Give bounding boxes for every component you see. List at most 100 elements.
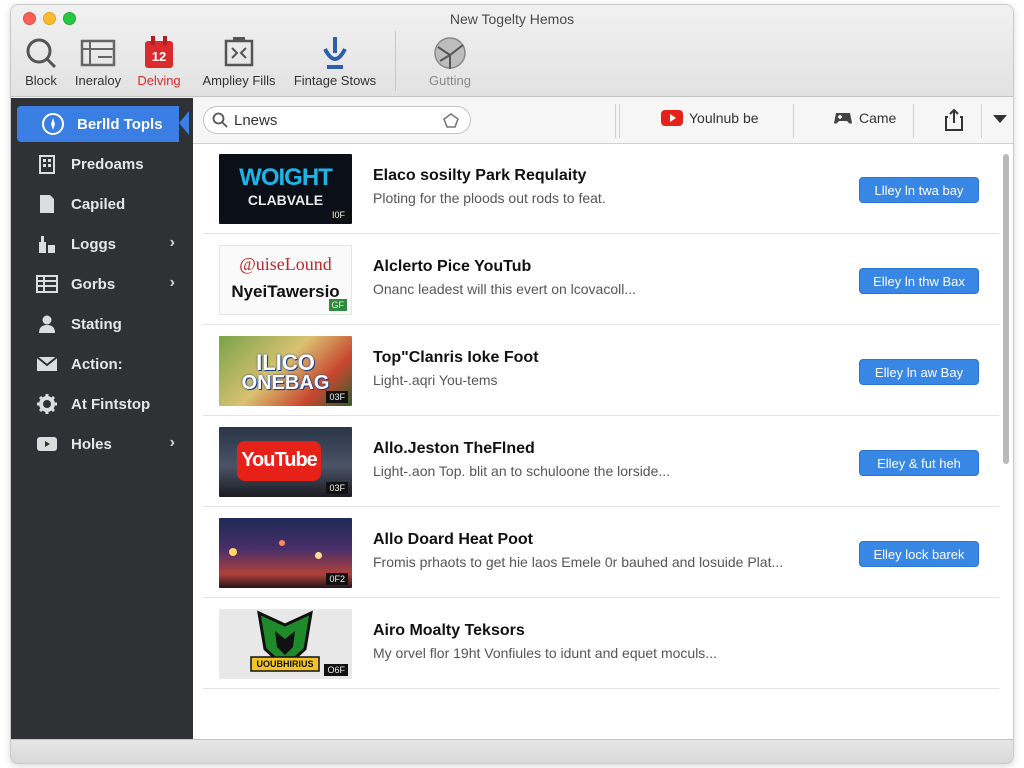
item-description: Ploting for the ploods out rods to feat. bbox=[373, 190, 606, 206]
duration-badge: GF bbox=[328, 299, 347, 311]
sidebar-item-stating[interactable]: Stating bbox=[11, 306, 193, 342]
divider bbox=[981, 104, 982, 138]
list-item[interactable]: ILICO ONEBAG 03F Top"Clanris Ioke Foot L… bbox=[203, 326, 999, 416]
toolbar-delving-button[interactable]: 12 Delving bbox=[131, 33, 187, 95]
toolbar-block-button[interactable]: Block bbox=[19, 33, 63, 95]
toolbar-ineraloy-label: Ineraloy bbox=[74, 73, 122, 88]
item-title[interactable]: Top"Clanris Ioke Foot bbox=[373, 349, 539, 367]
sidebar-item-label: Holes bbox=[71, 435, 112, 453]
toolbar-gutting-label: Gutting bbox=[429, 73, 471, 88]
item-title[interactable]: Alclerto Pice YouTub bbox=[373, 258, 531, 276]
thumbnail-text: YouTube bbox=[241, 449, 318, 471]
duration-badge: I0F bbox=[328, 209, 348, 221]
share-button[interactable] bbox=[945, 109, 963, 131]
building-icon bbox=[35, 152, 59, 176]
sidebar-item-label: Loggs bbox=[71, 235, 116, 253]
toolbar-gutting-button[interactable]: Gutting bbox=[423, 33, 477, 95]
search-input[interactable] bbox=[234, 111, 434, 129]
thumbnail-text: @uiseLound bbox=[239, 254, 332, 274]
app-window: New Togelty Hemos Block Ineraloy 12 Delv… bbox=[10, 4, 1014, 764]
sidebar-item-label: Predoams bbox=[71, 155, 144, 173]
chevron-down-icon bbox=[993, 115, 1007, 125]
list-item[interactable]: WOIGHT CLABVALE I0F Elaco sosilty Park R… bbox=[203, 144, 999, 234]
search-box bbox=[203, 106, 471, 134]
results-list: WOIGHT CLABVALE I0F Elaco sosilty Park R… bbox=[193, 144, 1013, 740]
duration-badge: O6F bbox=[324, 664, 348, 676]
scrollbar[interactable] bbox=[1003, 148, 1013, 734]
youtube-button[interactable]: Youlnub be bbox=[661, 110, 759, 126]
video-thumbnail[interactable]: YouTube 03F bbox=[219, 427, 352, 497]
game-label: Came bbox=[859, 110, 897, 126]
chevron-right-icon: › bbox=[169, 274, 175, 291]
item-title[interactable]: Airo Moalty Teksors bbox=[373, 622, 525, 640]
tools-icon bbox=[35, 232, 59, 256]
sidebar-item-gorbs[interactable]: Gorbs › bbox=[11, 266, 193, 302]
video-thumbnail[interactable]: ILICO ONEBAG 03F bbox=[219, 336, 352, 406]
crop-icon bbox=[197, 33, 281, 73]
clear-search-icon[interactable] bbox=[442, 112, 460, 135]
toolbar-ampliey-fills-button[interactable]: Ampliey Fills bbox=[197, 33, 281, 95]
item-action-button[interactable]: Elley & fut heh bbox=[859, 450, 979, 476]
dropdown-button[interactable] bbox=[993, 115, 1007, 125]
list-item[interactable]: UOUBHIRIUS O6F Airo Moalty Teksors My or… bbox=[203, 599, 999, 689]
video-thumbnail[interactable]: WOIGHT CLABVALE I0F bbox=[219, 154, 352, 224]
duration-badge: 0F2 bbox=[326, 573, 348, 585]
list-item[interactable]: YouTube 03F Allo.Jeston TheFlned Light-.… bbox=[203, 417, 999, 507]
video-thumbnail[interactable]: UOUBHIRIUS O6F bbox=[219, 609, 352, 679]
sidebar-item-predoams[interactable]: Predoams bbox=[11, 146, 193, 182]
chevron-right-icon: › bbox=[169, 234, 175, 251]
calendar-icon: 12 bbox=[131, 33, 187, 73]
compass-icon bbox=[41, 112, 65, 136]
video-thumbnail[interactable]: @uiseLound NyeiTawersio GF bbox=[219, 245, 352, 315]
game-button[interactable]: Came bbox=[833, 110, 896, 126]
sidebar-item-label: Capiled bbox=[71, 195, 126, 213]
toolbar-fintage-stows-label: Fintage Stows bbox=[293, 73, 377, 88]
toolbar-delving-label: Delving bbox=[137, 73, 181, 88]
search-icon bbox=[19, 33, 63, 73]
svg-text:12: 12 bbox=[152, 49, 166, 64]
item-title[interactable]: Allo Doard Heat Poot bbox=[373, 531, 533, 549]
toolbar-ineraloy-button[interactable]: Ineraloy bbox=[67, 33, 129, 95]
sidebar-item-label: At Fintstop bbox=[71, 395, 151, 413]
chevron-right-icon: › bbox=[169, 434, 175, 451]
youtube-label: Youlnub be bbox=[689, 110, 759, 126]
youtube-icon bbox=[661, 110, 683, 126]
search-icon bbox=[212, 112, 228, 128]
thumbnail-text: UOUBHIRIUS bbox=[256, 659, 314, 669]
sidebar-item-action[interactable]: Action: bbox=[11, 346, 193, 382]
item-description: Onanc leadest will this evert on lcovaco… bbox=[373, 281, 637, 297]
item-description: Light-.aon Top. blit an to schuloone the… bbox=[373, 463, 671, 479]
list-item[interactable]: @uiseLound NyeiTawersio GF Alclerto Pice… bbox=[203, 235, 999, 325]
item-title[interactable]: Allo.Jeston TheFlned bbox=[373, 440, 535, 458]
sidebar-item-at-fintstop[interactable]: At Fintstop bbox=[11, 386, 193, 422]
person-icon bbox=[35, 312, 59, 336]
sidebar-item-holes[interactable]: Holes › bbox=[11, 426, 193, 462]
scrollbar-thumb[interactable] bbox=[1003, 154, 1009, 464]
sidebar-item-berlld-topls[interactable]: Berlld Topls bbox=[17, 106, 179, 142]
list-item[interactable]: 0F2 Allo Doard Heat Poot Fromis prhaots … bbox=[203, 508, 999, 598]
duration-badge: 03F bbox=[326, 391, 348, 403]
toolbar-fintage-stows-button[interactable]: Fintage Stows bbox=[289, 33, 381, 95]
item-action-button[interactable]: Elley lock barek bbox=[859, 541, 979, 567]
sidebar-item-loggs[interactable]: Loggs › bbox=[11, 226, 193, 262]
toolbar-block-label: Block bbox=[25, 73, 57, 88]
title-bar: New Togelty Hemos Block Ineraloy 12 Delv… bbox=[11, 5, 1013, 97]
envelope-icon bbox=[35, 352, 59, 376]
grid-icon bbox=[35, 272, 59, 296]
sidebar-item-label: Gorbs bbox=[71, 275, 116, 293]
item-action-button[interactable]: Elley ln thw Bax bbox=[859, 268, 979, 294]
sidebar-item-label: Action: bbox=[71, 355, 123, 373]
sidebar-item-label: Stating bbox=[71, 315, 122, 333]
status-bar bbox=[11, 739, 1013, 763]
video-thumbnail[interactable]: 0F2 bbox=[219, 518, 352, 588]
thumbnail-text: CLABVALE bbox=[247, 192, 324, 208]
document-icon bbox=[35, 192, 59, 216]
thumbnail-text: WOIGHT bbox=[239, 164, 333, 191]
item-title[interactable]: Elaco sosilty Park Requlaity bbox=[373, 167, 586, 185]
sidebar-item-capiled[interactable]: Capiled bbox=[11, 186, 193, 222]
sidebar: Berlld Topls Predoams Capiled Loggs › Go… bbox=[11, 98, 193, 740]
item-action-button[interactable]: Elley ln aw Bay bbox=[859, 359, 979, 385]
item-action-button[interactable]: Llley ln twa bay bbox=[859, 177, 979, 203]
item-description: My orvel flor 19ht Vonfiules to idunt an… bbox=[373, 645, 717, 661]
video-icon bbox=[35, 432, 59, 456]
